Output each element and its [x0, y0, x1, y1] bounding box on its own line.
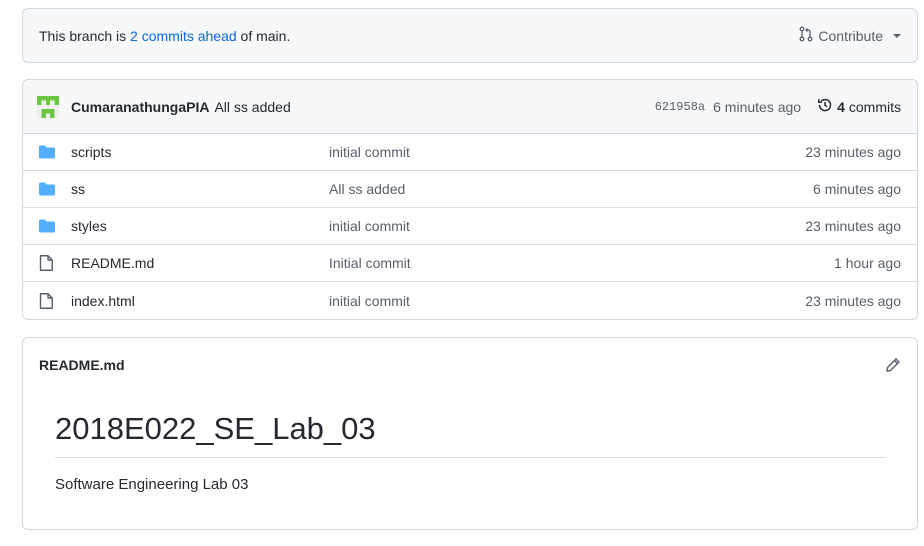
file-name-link[interactable]: scripts	[71, 144, 329, 160]
commit-time: 6 minutes ago	[713, 98, 802, 115]
file-commit-message-link[interactable]: initial commit	[329, 293, 805, 309]
file-commit-message-link[interactable]: initial commit	[329, 144, 805, 160]
file-name-link[interactable]: index.html	[71, 293, 329, 309]
file-row[interactable]: scripts initial commit 23 minutes ago	[23, 134, 917, 171]
readme-heading: 2018E022_SE_Lab_03	[55, 410, 885, 459]
contribute-button[interactable]: Contribute	[798, 26, 901, 45]
readme-header: README.md	[23, 338, 917, 392]
file-age: 23 minutes ago	[805, 144, 901, 160]
latest-commit-bar: CumaranathungaPIA All ss added 621958a 6…	[23, 80, 917, 134]
commit-sha-link[interactable]: 621958a	[655, 100, 705, 114]
commits-label: commits	[848, 98, 901, 115]
avatar[interactable]	[37, 95, 59, 118]
readme-content: 2018E022_SE_Lab_03 Software Engineering …	[23, 392, 917, 493]
file-row[interactable]: README.md Initial commit 1 hour ago	[23, 245, 917, 282]
branch-status-prefix: This branch is	[39, 27, 131, 44]
file-icon	[39, 255, 55, 271]
pencil-icon[interactable]	[885, 357, 901, 373]
file-name-link[interactable]: styles	[71, 218, 329, 234]
readme-panel: README.md 2018E022_SE_Lab_03 Software En…	[22, 337, 918, 530]
contribute-label: Contribute	[818, 27, 883, 44]
folder-icon	[39, 144, 55, 160]
file-commit-message-link[interactable]: initial commit	[329, 218, 805, 234]
file-icon	[39, 292, 55, 309]
file-age: 1 hour ago	[834, 255, 901, 271]
file-age: 6 minutes ago	[813, 181, 901, 197]
readme-filename-link[interactable]: README.md	[39, 357, 885, 373]
file-row[interactable]: index.html initial commit 23 minutes ago	[23, 282, 917, 319]
git-pull-request-icon	[798, 26, 814, 45]
folder-icon	[39, 181, 55, 197]
file-row[interactable]: styles initial commit 23 minutes ago	[23, 208, 917, 245]
file-name-link[interactable]: ss	[71, 181, 329, 197]
commit-message-link[interactable]: All ss added	[214, 99, 654, 115]
folder-icon	[39, 218, 55, 234]
file-commit-message-link[interactable]: All ss added	[329, 181, 813, 197]
branch-status-bar: This branch is 2 commits ahead of main. …	[22, 8, 918, 63]
branch-status-text: This branch is 2 commits ahead of main.	[39, 28, 798, 44]
file-commit-message-link[interactable]: Initial commit	[329, 255, 834, 271]
file-browser: CumaranathungaPIA All ss added 621958a 6…	[22, 79, 918, 320]
commits-ahead-link[interactable]: 2 commits ahead	[130, 28, 237, 44]
file-row[interactable]: ss All ss added 6 minutes ago	[23, 171, 917, 208]
readme-description: Software Engineering Lab 03	[55, 476, 249, 494]
history-icon	[817, 97, 833, 116]
branch-status-suffix: of main.	[236, 27, 291, 44]
caret-down-icon	[893, 33, 901, 38]
file-name-link[interactable]: README.md	[71, 255, 329, 271]
file-age: 23 minutes ago	[805, 292, 901, 309]
file-age: 23 minutes ago	[805, 218, 901, 234]
commits-history-link[interactable]: 4 commits	[817, 97, 901, 116]
commit-author-link[interactable]: CumaranathungaPIA	[71, 99, 209, 115]
commits-count: 4	[837, 98, 845, 115]
